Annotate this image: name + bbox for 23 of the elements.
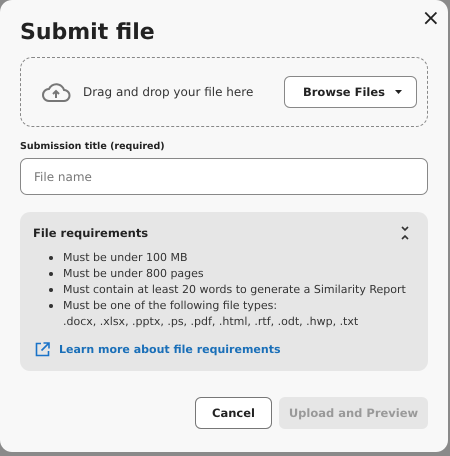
drop-zone[interactable]: Drag and drop your file here Browse Files [20,57,428,127]
requirement-text: Must contain at least 20 words to generate a Similarity Report [63,282,406,298]
requirements-title: File requirements [33,226,148,240]
collapse-icon[interactable] [400,226,410,240]
file-types-text: .docx, .xlsx, .pptx, .ps, .pdf, .html, .rtf, .odt, .hwp, .txt [63,314,358,330]
bullet-icon [49,272,53,276]
external-link-icon [35,342,50,357]
bullet-icon [49,256,53,260]
caret-icon [395,90,402,94]
drop-instruction: Drag and drop your file here [83,85,254,99]
requirement-text: Must be under 100 MB [63,250,188,266]
file-name-field[interactable]: File name [20,158,428,195]
field-label: Submission title (required) [20,141,166,152]
bullet-icon [49,288,53,292]
cancel-button[interactable]: Cancel [195,397,272,429]
requirement-text: Must be under 800 pages [63,266,204,282]
browse-files-button[interactable]: Browse Files [284,76,417,108]
cloud-upload-icon [41,81,71,103]
learn-more-link[interactable]: Learn more about file requirements [59,343,281,356]
bullet-icon [49,304,53,308]
close-button[interactable]: × [422,8,440,30]
requirement-text: Must be one of the following file types: [63,298,278,314]
dialog-title: Submit file [20,20,155,45]
